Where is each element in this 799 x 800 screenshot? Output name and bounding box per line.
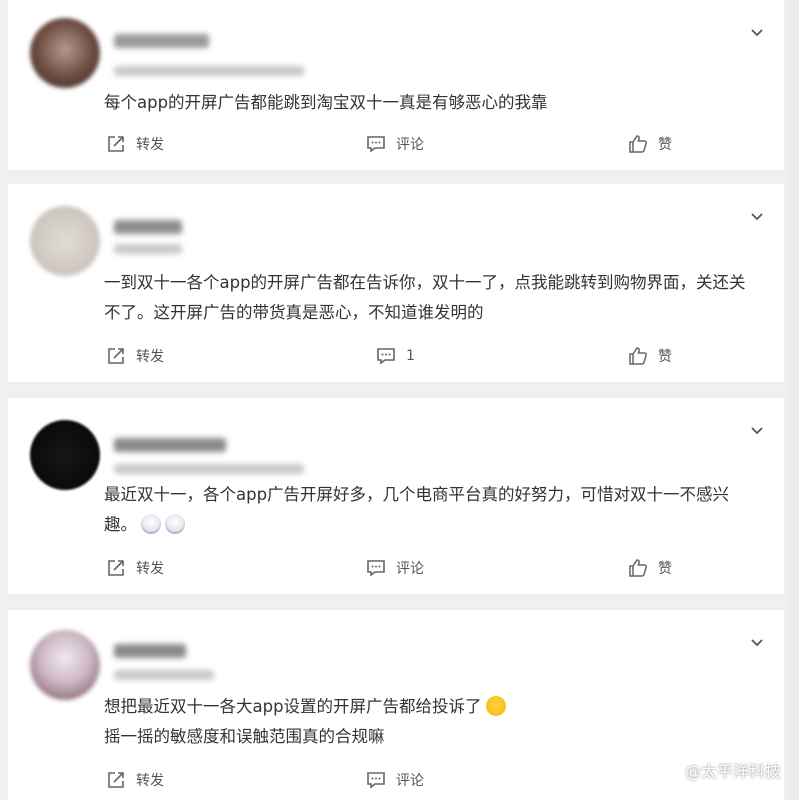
thumbs-up-icon (629, 135, 647, 153)
shocked-emoji-icon (141, 513, 161, 534)
username[interactable] (114, 34, 209, 48)
comment-card: 最近双十一，各个app广告开屏好多，几个电商平台真的好努力，可惜对双十一不感兴趣… (8, 398, 784, 594)
post-meta (114, 670, 214, 680)
comment-icon (367, 560, 385, 577)
avatar[interactable] (30, 420, 100, 490)
repost-label: 转发 (136, 773, 164, 789)
repost-button[interactable]: 转发 (106, 558, 164, 578)
like-label: 赞 (658, 349, 672, 365)
comment-icon (367, 136, 385, 153)
avatar[interactable] (30, 206, 100, 276)
avatar[interactable] (30, 630, 100, 700)
post-meta (114, 66, 304, 76)
username[interactable] (114, 438, 226, 452)
like-button[interactable]: 赞 (628, 346, 672, 366)
comment-icon (377, 348, 395, 365)
scrollbar[interactable] (787, 0, 799, 800)
comment-text-line1: 想把最近双十一各大app设置的开屏广告都给投诉了 (104, 697, 482, 716)
post-meta (114, 464, 304, 474)
repost-button[interactable]: 转发 (106, 346, 164, 366)
sweat-emoji-icon (485, 695, 506, 716)
comment-button[interactable]: 评论 (366, 770, 424, 790)
share-icon (108, 348, 124, 364)
comment-text: 想把最近双十一各大app设置的开屏广告都给投诉了 摇一摇的敏感度和误触范围真的合… (104, 692, 754, 752)
comment-card: 一到双十一各个app的开屏广告都在告诉你，双十一了，点我能跳转到购物界面，关还关… (8, 184, 784, 382)
comment-label: 评论 (396, 773, 424, 789)
like-button[interactable]: 赞 (628, 558, 672, 578)
chevron-down-icon[interactable] (750, 636, 764, 650)
chevron-down-icon[interactable] (750, 424, 764, 438)
comment-text: 最近双十一，各个app广告开屏好多，几个电商平台真的好努力，可惜对双十一不感兴趣… (104, 480, 754, 540)
action-bar: 转发 评论 赞 (8, 134, 784, 160)
action-bar: 转发 评论 赞 (8, 558, 784, 584)
like-label: 赞 (658, 561, 672, 577)
comment-text: 一到双十一各个app的开屏广告都在告诉你，双十一了，点我能跳转到购物界面，关还关… (104, 273, 746, 322)
thumbs-up-icon (629, 347, 647, 365)
share-icon (108, 136, 124, 152)
comment-card: 每个app的开屏广告都能跳到淘宝双十一真是有够恶心的我靠 转发 评论 赞 (8, 0, 784, 170)
post-meta (114, 244, 182, 254)
comment-count: 1 (406, 348, 415, 364)
comment-text: 每个app的开屏广告都能跳到淘宝双十一真是有够恶心的我靠 (104, 93, 548, 112)
share-icon (108, 772, 124, 788)
weibo-logo-icon (663, 761, 681, 779)
repost-button[interactable]: 转发 (106, 770, 164, 790)
like-label: 赞 (658, 137, 672, 153)
repost-label: 转发 (136, 137, 164, 153)
repost-button[interactable]: 转发 (106, 134, 164, 154)
username[interactable] (114, 220, 182, 234)
share-icon (108, 560, 124, 576)
thumbs-up-icon (629, 559, 647, 577)
comment-text-body: 最近双十一，各个app广告开屏好多，几个电商平台真的好努力，可惜对双十一不感兴趣… (104, 485, 730, 534)
comment-label: 评论 (396, 561, 424, 577)
repost-label: 转发 (136, 561, 164, 577)
comment-button[interactable]: 评论 (366, 134, 424, 154)
comment-label: 评论 (396, 137, 424, 153)
like-button[interactable]: 赞 (628, 134, 672, 154)
comment-icon (367, 772, 385, 789)
username[interactable] (114, 644, 186, 658)
repost-label: 转发 (136, 349, 164, 365)
chevron-down-icon[interactable] (750, 210, 764, 224)
chevron-down-icon[interactable] (750, 26, 764, 40)
avatar[interactable] (30, 18, 100, 88)
comment-button[interactable]: 1 (376, 346, 415, 366)
comment-text-line2: 摇一摇的敏感度和误触范围真的合规嘛 (104, 727, 385, 746)
watermark: @太平洋科技 (663, 758, 781, 782)
action-bar: 转发 1 赞 (8, 346, 784, 372)
shocked-emoji-icon (165, 513, 185, 534)
watermark-text: @太平洋科技 (684, 762, 781, 781)
comment-button[interactable]: 评论 (366, 558, 424, 578)
